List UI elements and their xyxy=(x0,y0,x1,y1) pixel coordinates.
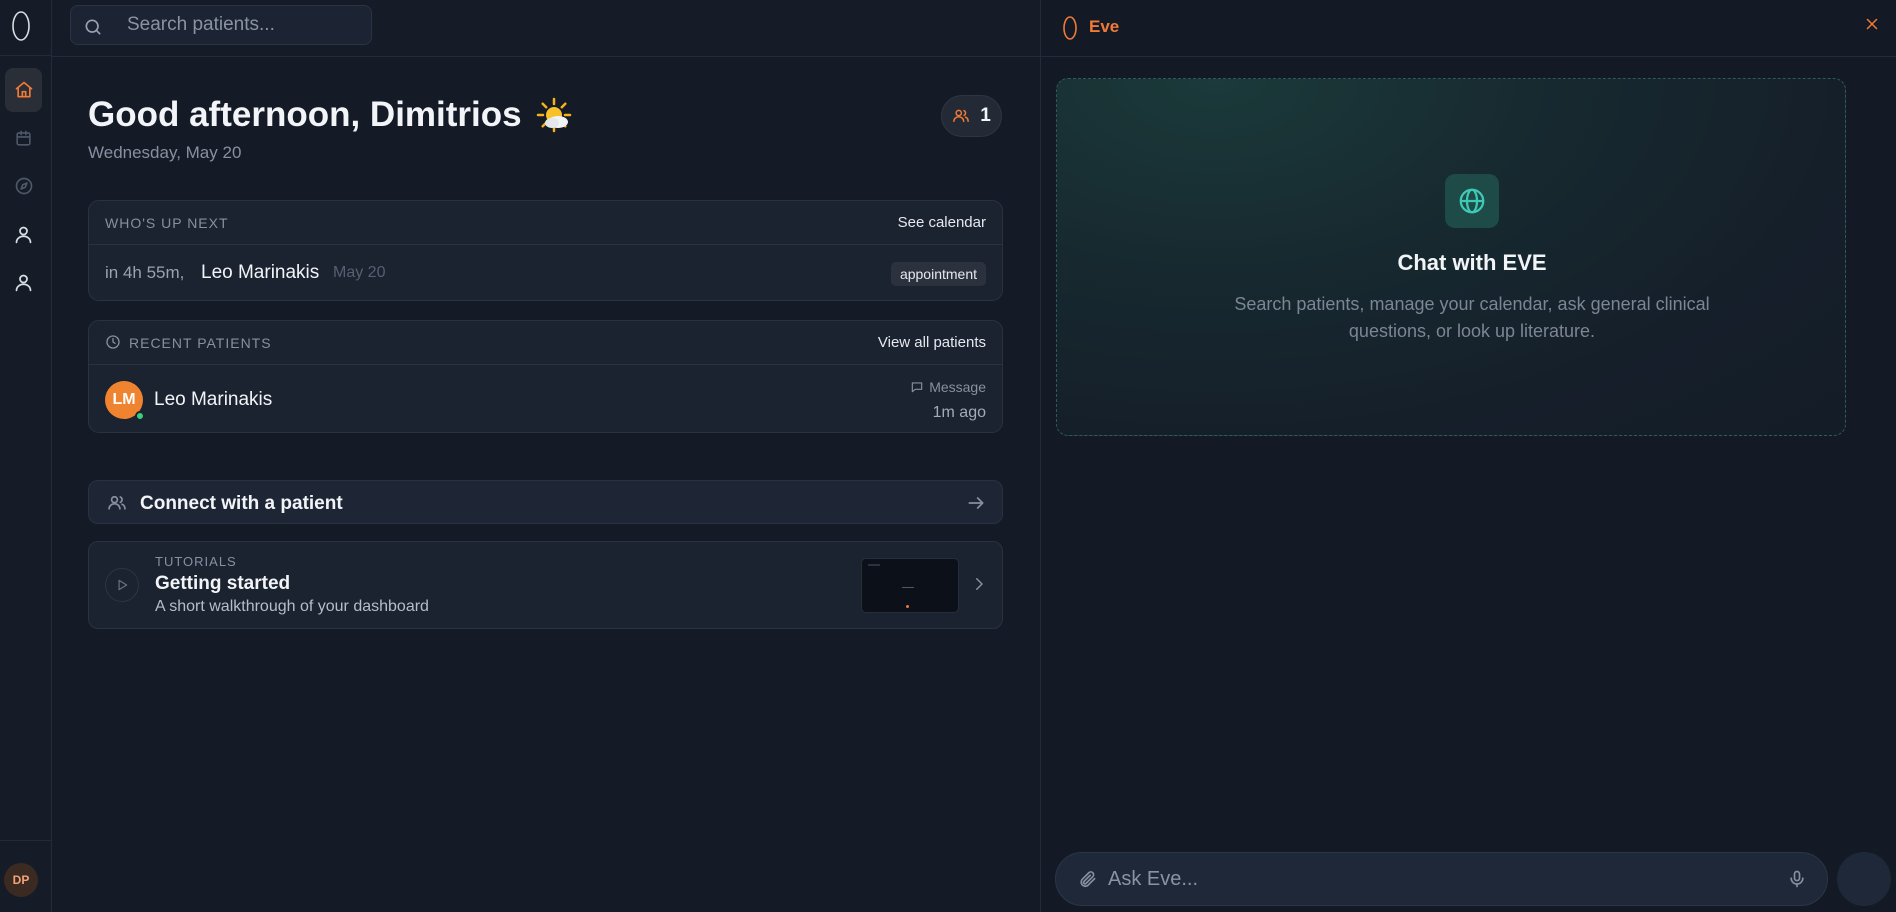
logo-area xyxy=(0,0,52,56)
user-avatar[interactable]: DP xyxy=(4,863,38,897)
next-appointment-row[interactable]: in 4h 55m, Leo Marinakis May 20 appointm… xyxy=(89,245,1002,300)
sidebar-item-home[interactable] xyxy=(5,68,42,112)
message-label: Message xyxy=(929,379,986,395)
message-icon xyxy=(910,380,924,394)
appointment-patient-name: Leo Marinakis xyxy=(201,262,320,283)
ask-eve-input[interactable] xyxy=(1108,853,1728,905)
users-icon xyxy=(952,107,970,125)
eve-panel: Eve Chat with EVE Search patients, manag… xyxy=(1040,0,1896,912)
tutorial-subtitle: A short walkthrough of your dashboard xyxy=(155,598,429,615)
search-input[interactable] xyxy=(127,6,357,44)
sidebar-item-explore[interactable] xyxy=(5,164,42,208)
sidebar: DP xyxy=(0,0,52,912)
see-calendar-link[interactable]: See calendar xyxy=(898,214,986,231)
dashboard-main: Good afternoon, Dimitrios Wednesday, May… xyxy=(52,57,1040,912)
close-icon[interactable] xyxy=(1863,15,1881,33)
up-next-label: WHO'S UP NEXT xyxy=(105,215,229,231)
active-patients-button[interactable]: 1 xyxy=(941,95,1002,137)
eve-logo-icon xyxy=(1062,15,1078,41)
view-all-patients-link[interactable]: View all patients xyxy=(878,334,986,351)
calendar-icon xyxy=(14,129,33,148)
search-box xyxy=(70,5,372,45)
search-icon xyxy=(83,17,103,37)
user-icon xyxy=(13,224,34,245)
sidebar-item-calendar[interactable] xyxy=(5,116,42,160)
clock-icon xyxy=(105,334,121,350)
active-count: 1 xyxy=(980,105,991,126)
page-title: Good afternoon, Dimitrios xyxy=(88,95,574,135)
microphone-icon[interactable] xyxy=(1787,867,1807,891)
appointment-badge: appointment xyxy=(890,262,986,286)
appointment-countdown: in 4h 55m, xyxy=(105,263,185,282)
top-bar xyxy=(52,0,1040,57)
online-status-dot xyxy=(135,411,145,421)
appointment-date: May 20 xyxy=(333,264,386,281)
up-next-card: WHO'S UP NEXT See calendar in 4h 55m, Le… xyxy=(88,200,1003,301)
recent-patients-header: RECENT PATIENTS View all patients xyxy=(89,321,1002,365)
list-item[interactable]: LM Leo Marinakis Message 1m ago xyxy=(89,365,1002,433)
eve-card-title: Chat with EVE xyxy=(1397,250,1547,275)
patient-name: Leo Marinakis xyxy=(154,389,273,410)
sidebar-footer: DP xyxy=(0,840,52,912)
tutorial-card[interactable]: TUTORIALS Getting started A short walkth… xyxy=(88,541,1003,629)
current-date: Wednesday, May 20 xyxy=(88,143,242,162)
greeting-text: Good afternoon, Dimitrios xyxy=(88,95,522,134)
user-icon xyxy=(13,272,34,293)
tutorial-kicker: TUTORIALS xyxy=(155,554,237,569)
paperclip-icon[interactable] xyxy=(1078,868,1098,890)
chevron-right-icon xyxy=(970,575,988,593)
tutorial-thumbnail xyxy=(861,558,959,613)
recent-patients-label: RECENT PATIENTS xyxy=(129,335,272,351)
eve-card-subtitle: Search patients, manage your calendar, a… xyxy=(1234,294,1710,341)
recent-patients-card: RECENT PATIENTS View all patients LM Leo… xyxy=(88,320,1003,433)
globe-icon xyxy=(1445,174,1499,228)
eve-intro-card: Chat with EVE Search patients, manage yo… xyxy=(1056,78,1846,436)
play-icon xyxy=(105,568,139,602)
sidebar-item-profile[interactable] xyxy=(5,260,42,304)
sidebar-item-patients[interactable] xyxy=(5,212,42,256)
users-icon xyxy=(107,493,127,513)
tutorial-title: Getting started xyxy=(155,573,291,594)
last-activity-time: 1m ago xyxy=(932,404,986,421)
arrow-right-icon xyxy=(966,493,986,513)
connect-patient-button[interactable]: Connect with a patient xyxy=(88,480,1003,524)
compass-icon xyxy=(14,176,34,196)
send-button[interactable] xyxy=(1837,852,1891,906)
home-icon xyxy=(14,80,34,100)
connect-patient-label: Connect with a patient xyxy=(140,493,343,514)
app-logo-icon[interactable] xyxy=(10,9,32,43)
eve-title: Eve xyxy=(1089,17,1120,36)
message-button[interactable]: Message xyxy=(910,379,986,395)
ask-eve-box xyxy=(1055,852,1828,906)
sun-cloud-icon xyxy=(534,95,574,135)
eve-header: Eve xyxy=(1041,0,1896,57)
up-next-header: WHO'S UP NEXT See calendar xyxy=(89,201,1002,245)
